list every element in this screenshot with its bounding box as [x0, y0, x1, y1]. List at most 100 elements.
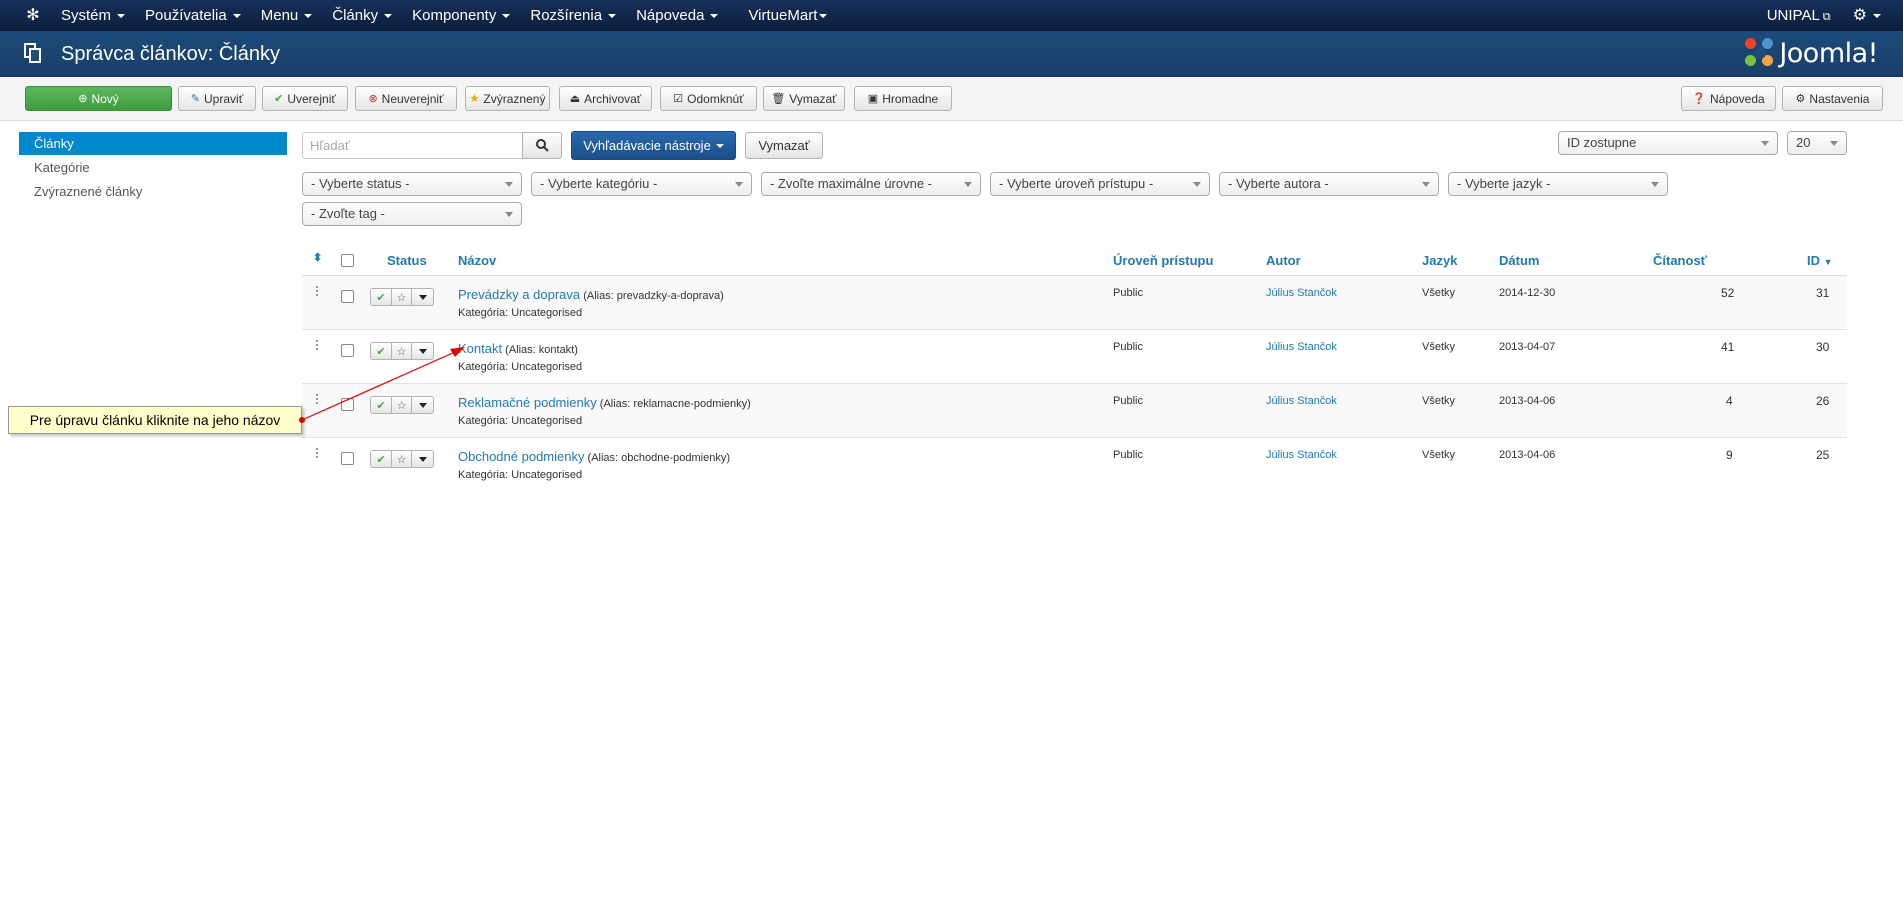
archive-button[interactable]: ⏏ Archivovať — [559, 86, 652, 111]
actions-dropdown[interactable] — [412, 450, 434, 468]
status-buttons: ✔ ☆ — [370, 396, 434, 414]
status-filter[interactable]: - Vyberte status - — [302, 172, 522, 196]
batch-icon: ▣ — [867, 93, 879, 105]
article-title-link[interactable]: Obchodné podmienky — [458, 449, 584, 464]
author-link[interactable]: Július Stančok — [1266, 341, 1337, 353]
new-button[interactable]: ⊕ Nový — [25, 86, 172, 111]
actions-dropdown[interactable] — [412, 288, 434, 306]
chevron-down-icon — [1651, 182, 1659, 187]
header-access[interactable]: Úroveň prístupu — [1113, 253, 1213, 268]
published-toggle[interactable]: ✔ — [370, 288, 392, 306]
author-link[interactable]: Július Stančok — [1266, 395, 1337, 407]
header-hits[interactable]: Čítanosť — [1653, 253, 1707, 268]
row-checkbox[interactable] — [341, 398, 354, 411]
published-toggle[interactable]: ✔ — [370, 450, 392, 468]
max-levels-filter[interactable]: - Zvoľte maximálne úrovne - — [761, 172, 981, 196]
tag-filter[interactable]: - Zvoľte tag - — [302, 202, 522, 226]
ordering-select[interactable]: ID zostupne — [1558, 131, 1778, 155]
actions-dropdown[interactable] — [412, 342, 434, 360]
drag-handle-icon[interactable] — [316, 286, 319, 298]
featured-toggle[interactable]: ☆ — [392, 288, 412, 306]
language-cell: Všetky — [1422, 449, 1456, 461]
menu-users[interactable]: Používatelia — [145, 0, 251, 31]
article-title-link[interactable]: Kontakt — [458, 341, 502, 356]
header-language[interactable]: Jazyk — [1422, 253, 1457, 268]
header-id[interactable]: ID ▼ — [1807, 253, 1833, 268]
author-filter-value: - Vyberte autora - — [1228, 176, 1329, 191]
menu-virtuemart[interactable]: VirtueMart — [748, 0, 837, 31]
row-checkbox[interactable] — [341, 290, 354, 303]
edit-button[interactable]: ✎ Upraviť — [178, 86, 256, 111]
clear-button[interactable]: Vymazať — [745, 132, 823, 159]
user-menu[interactable]: ⚙ — [1853, 0, 1881, 31]
chevron-down-icon — [418, 402, 427, 408]
joomla-wordmark: Joomla! — [1779, 37, 1878, 69]
chevron-down-icon — [715, 143, 724, 148]
row-checkbox[interactable] — [341, 344, 354, 357]
access-cell: Public — [1113, 341, 1143, 353]
trash-button[interactable]: 🗑 Vymazať — [763, 86, 845, 111]
select-all-checkbox[interactable] — [341, 254, 354, 267]
drag-handle-icon[interactable] — [316, 394, 319, 406]
language-filter[interactable]: - Vyberte jazyk - — [1448, 172, 1668, 196]
article-category: Kategória: Uncategorised — [458, 361, 583, 373]
sidebar-item-featured[interactable]: Zvýraznené články — [19, 180, 287, 203]
chevron-down-icon — [1193, 182, 1201, 187]
trash-icon: 🗑 — [771, 93, 786, 105]
search-input[interactable] — [302, 132, 523, 159]
header-author[interactable]: Autor — [1266, 253, 1301, 268]
featured-toggle[interactable]: ☆ — [392, 396, 412, 414]
menu-menus[interactable]: Menu — [261, 0, 323, 31]
category-filter[interactable]: - Vyberte kategóriu - — [531, 172, 752, 196]
archive-button-label: Archivovať — [584, 91, 642, 106]
sidebar-item-categories[interactable]: Kategórie — [19, 156, 287, 179]
menu-components[interactable]: Komponenty — [412, 0, 520, 31]
actions-dropdown[interactable] — [412, 396, 434, 414]
author-link[interactable]: Július Stančok — [1266, 449, 1337, 461]
table-row: ✔ ☆ Reklamačné podmienky (Alias: reklama… — [302, 384, 1847, 438]
row-checkbox[interactable] — [341, 452, 354, 465]
article-title-link[interactable]: Reklamačné podmienky — [458, 395, 597, 410]
hits-cell: 41 — [1721, 340, 1735, 354]
site-link[interactable]: UNIPAL ⧉ — [1767, 0, 1831, 31]
annotation-callout: Pre úpravu článku kliknite na jeho názov — [8, 406, 302, 434]
sort-desc-icon: ▼ — [1823, 257, 1833, 267]
featured-toggle[interactable]: ☆ — [392, 342, 412, 360]
limit-select[interactable]: 20 — [1787, 131, 1847, 155]
publish-button[interactable]: ✔ Uverejniť — [262, 86, 348, 111]
header-date[interactable]: Dátum — [1499, 253, 1539, 268]
published-toggle[interactable]: ✔ — [370, 342, 392, 360]
unpublish-button[interactable]: ⊗ Neuverejniť — [355, 86, 457, 111]
search-icon — [535, 139, 549, 152]
joomla-small-icon[interactable]: ✻ — [24, 7, 42, 25]
article-category: Kategória: Uncategorised — [458, 469, 583, 481]
gear-icon: ⚙ — [1795, 93, 1806, 105]
author-filter[interactable]: - Vyberte autora - — [1219, 172, 1439, 196]
chevron-down-icon — [304, 14, 313, 19]
search-button[interactable] — [522, 132, 562, 159]
access-filter[interactable]: - Vyberte úroveň prístupu - — [990, 172, 1210, 196]
sidebar-item-articles[interactable]: Články — [19, 132, 287, 155]
author-link[interactable]: Július Stančok — [1266, 287, 1337, 299]
options-button[interactable]: ⚙ Nastavenia — [1782, 86, 1883, 111]
menu-help[interactable]: Nápoveda — [636, 0, 728, 31]
drag-handle-icon[interactable] — [316, 448, 319, 460]
drag-handle-icon[interactable] — [316, 340, 319, 352]
search-tools-button[interactable]: Vyhľadávacie nástroje — [571, 131, 736, 160]
ordering-sort-icon[interactable]: ⬍ — [313, 251, 322, 264]
featured-toggle[interactable]: ☆ — [392, 450, 412, 468]
feature-button[interactable]: ★ Zvýraznený — [465, 86, 550, 111]
menu-content[interactable]: Články — [332, 0, 402, 31]
menu-components-label: Komponenty — [412, 7, 497, 24]
help-button[interactable]: ❓ Nápoveda — [1681, 86, 1776, 111]
checkin-button[interactable]: ☑ Odomknúť — [660, 86, 757, 111]
header-title[interactable]: Názov — [458, 253, 496, 268]
header-status[interactable]: Status — [387, 253, 427, 268]
ordering-select-value: ID zostupne — [1567, 135, 1637, 150]
published-toggle[interactable]: ✔ — [370, 396, 392, 414]
batch-button[interactable]: ▣ Hromadne — [854, 86, 952, 111]
id-cell: 26 — [1816, 394, 1830, 408]
menu-extensions[interactable]: Rozšírenia — [530, 0, 626, 31]
article-title-link[interactable]: Prevádzky a doprava — [458, 287, 580, 302]
menu-system[interactable]: Systém — [61, 0, 135, 31]
